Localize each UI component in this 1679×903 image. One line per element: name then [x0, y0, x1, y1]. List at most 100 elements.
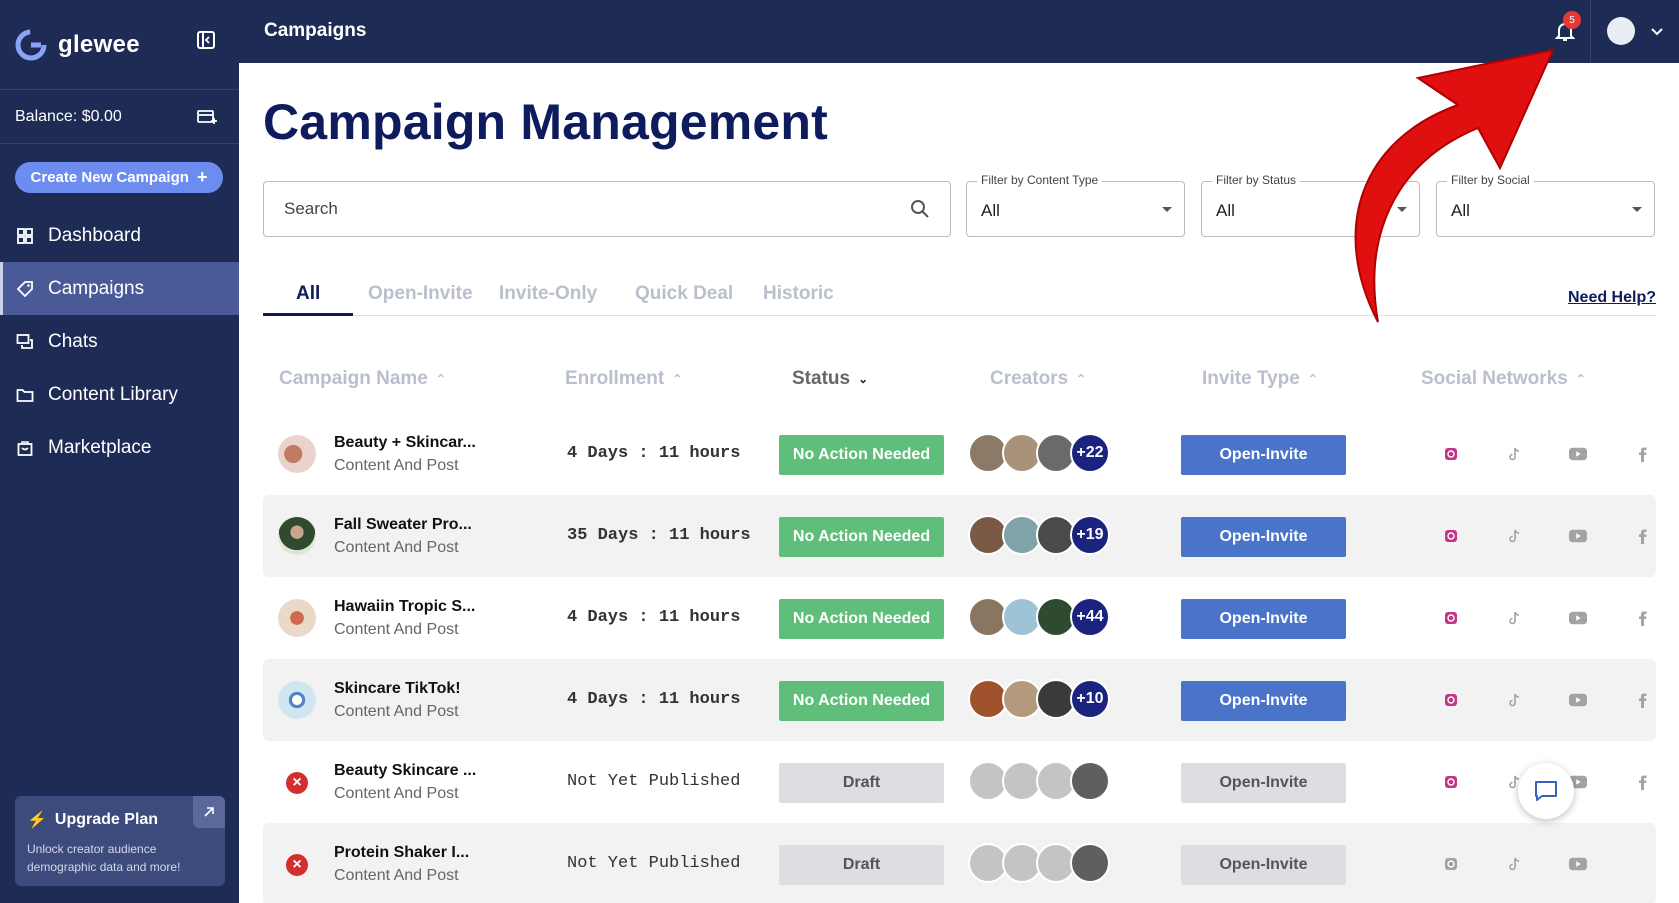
- filter-content-type[interactable]: Filter by Content Type All: [966, 173, 1185, 237]
- upgrade-plan-card[interactable]: ⚡ Upgrade Plan Unlock creator audience d…: [15, 796, 225, 886]
- enrollment-time: 35 Days : 11 hours: [567, 526, 751, 545]
- facebook-icon[interactable]: [1633, 609, 1651, 627]
- sidebar-item-dashboard[interactable]: Dashboard: [0, 209, 239, 262]
- campaign-type: Content And Post: [334, 539, 459, 556]
- instagram-icon[interactable]: [1442, 445, 1460, 463]
- instagram-icon[interactable]: [1442, 609, 1460, 627]
- tab-quick-deal[interactable]: Quick Deal: [635, 283, 733, 305]
- status-badge: No Action Needed: [779, 517, 944, 557]
- tab-historic[interactable]: Historic: [763, 283, 834, 305]
- campaign-tabs: All Open-Invite Invite-Only Quick Deal H…: [263, 271, 1656, 316]
- chat-bubble-icon: [1535, 781, 1557, 801]
- column-status[interactable]: Status ⌄: [792, 368, 868, 390]
- filter-value: All: [1451, 201, 1470, 220]
- invite-type-button[interactable]: Open-Invite: [1181, 763, 1346, 803]
- creator-avatars[interactable]: +10: [968, 679, 1110, 721]
- column-creators[interactable]: Creators ⌃: [990, 368, 1086, 390]
- table-row[interactable]: × Protein Shaker I... Content And Post N…: [263, 823, 1656, 903]
- tab-open-invite[interactable]: Open-Invite: [368, 283, 473, 305]
- upgrade-title: ⚡ Upgrade Plan: [27, 810, 213, 830]
- tiktok-icon[interactable]: [1506, 855, 1524, 873]
- search-placeholder: Search: [284, 199, 338, 218]
- external-arrow-icon[interactable]: [193, 796, 225, 828]
- tiktok-icon[interactable]: [1506, 445, 1524, 463]
- create-campaign-button[interactable]: Create New Campaign +: [15, 162, 223, 193]
- sort-up-icon: ⌃: [435, 372, 446, 386]
- creator-avatars: [968, 761, 1110, 803]
- column-social-networks[interactable]: Social Networks ⌃: [1421, 368, 1586, 390]
- collapse-sidebar-icon[interactable]: [194, 28, 218, 52]
- table-row[interactable]: Hawaiin Tropic S... Content And Post 4 D…: [263, 577, 1656, 659]
- facebook-icon[interactable]: [1633, 527, 1651, 545]
- tab-invite-only[interactable]: Invite-Only: [499, 283, 597, 305]
- tiktok-icon[interactable]: [1506, 691, 1524, 709]
- need-help-link[interactable]: Need Help?: [1568, 289, 1656, 307]
- column-label: Creators: [990, 368, 1069, 389]
- search-icon[interactable]: [910, 199, 930, 219]
- instagram-icon[interactable]: [1442, 691, 1460, 709]
- creator-avatars[interactable]: +44: [968, 597, 1110, 639]
- main-content: Campaign Management Search Filter by Con…: [239, 63, 1679, 903]
- column-enrollment[interactable]: Enrollment ⌃: [565, 368, 682, 390]
- sort-down-icon: ⌄: [858, 372, 869, 386]
- invite-type-button[interactable]: Open-Invite: [1181, 681, 1346, 721]
- sidebar-item-chats[interactable]: Chats: [0, 315, 239, 368]
- campaign-name: Beauty Skincare ...: [334, 762, 477, 779]
- chat-icon: [16, 333, 33, 349]
- facebook-icon[interactable]: [1633, 773, 1651, 791]
- sidebar-item-marketplace[interactable]: Marketplace: [0, 421, 239, 474]
- filter-status[interactable]: Filter by Status All: [1201, 173, 1420, 237]
- table-row[interactable]: × Beauty Skincare ... Content And Post N…: [263, 741, 1656, 823]
- table-row[interactable]: Fall Sweater Pro... Content And Post 35 …: [263, 495, 1656, 577]
- search-input[interactable]: Search: [263, 181, 951, 237]
- status-badge: Draft: [779, 763, 944, 803]
- sidebar-item-label: Campaigns: [48, 277, 145, 299]
- youtube-icon[interactable]: [1569, 855, 1587, 873]
- facebook-icon[interactable]: [1633, 691, 1651, 709]
- sidebar-item-content-library[interactable]: Content Library: [0, 368, 239, 421]
- table-row[interactable]: Beauty + Skincar... Content And Post 4 D…: [263, 413, 1656, 495]
- youtube-icon[interactable]: [1569, 609, 1587, 627]
- error-x-icon: ×: [286, 854, 308, 876]
- active-tab-underline: [263, 313, 353, 316]
- plus-icon: +: [196, 167, 208, 187]
- creator-avatars[interactable]: +22: [968, 433, 1110, 475]
- invite-type-button[interactable]: Open-Invite: [1181, 599, 1346, 639]
- sidebar-item-label: Chats: [48, 330, 98, 352]
- filter-social[interactable]: Filter by Social All: [1436, 173, 1655, 237]
- invite-type-button[interactable]: Open-Invite: [1181, 435, 1346, 475]
- creator-count: +44: [1070, 597, 1110, 637]
- chat-support-button[interactable]: [1518, 763, 1574, 819]
- sidebar-item-label: Marketplace: [48, 436, 152, 458]
- instagram-icon[interactable]: [1442, 773, 1460, 791]
- instagram-icon[interactable]: [1442, 527, 1460, 545]
- sidebar-item-campaigns[interactable]: Campaigns: [0, 262, 239, 315]
- status-badge: Draft: [779, 845, 944, 885]
- youtube-icon[interactable]: [1569, 691, 1587, 709]
- user-avatar[interactable]: [1607, 17, 1635, 45]
- balance-bar: Balance: $0.00: [0, 90, 239, 144]
- tiktok-icon[interactable]: [1506, 609, 1524, 627]
- column-invite-type[interactable]: Invite Type ⌃: [1202, 368, 1318, 390]
- invite-type-button[interactable]: Open-Invite: [1181, 845, 1346, 885]
- tab-all[interactable]: All: [296, 283, 320, 305]
- column-campaign-name[interactable]: Campaign Name ⌃: [279, 368, 446, 390]
- table-row[interactable]: Skincare TikTok! Content And Post 4 Days…: [263, 659, 1656, 741]
- notification-badge: 5: [1563, 11, 1581, 29]
- status-badge: No Action Needed: [779, 435, 944, 475]
- youtube-icon[interactable]: [1569, 445, 1587, 463]
- app-window: glewee Balance: $0.00 Create New Campaig…: [0, 0, 1679, 903]
- campaign-type: Content And Post: [334, 867, 459, 884]
- facebook-icon[interactable]: [1633, 445, 1651, 463]
- chevron-down-icon[interactable]: [1650, 24, 1664, 38]
- campaign-name: Protein Shaker I...: [334, 844, 470, 861]
- tiktok-icon[interactable]: [1506, 527, 1524, 545]
- youtube-icon[interactable]: [1569, 527, 1587, 545]
- instagram-icon[interactable]: [1442, 855, 1460, 873]
- upgrade-title-text: Upgrade Plan: [54, 811, 159, 828]
- add-card-icon[interactable]: [197, 109, 217, 125]
- dropdown-caret-icon: [1397, 207, 1407, 212]
- creator-placeholder: [1070, 843, 1110, 883]
- invite-type-button[interactable]: Open-Invite: [1181, 517, 1346, 557]
- creator-avatars[interactable]: +19: [968, 515, 1110, 557]
